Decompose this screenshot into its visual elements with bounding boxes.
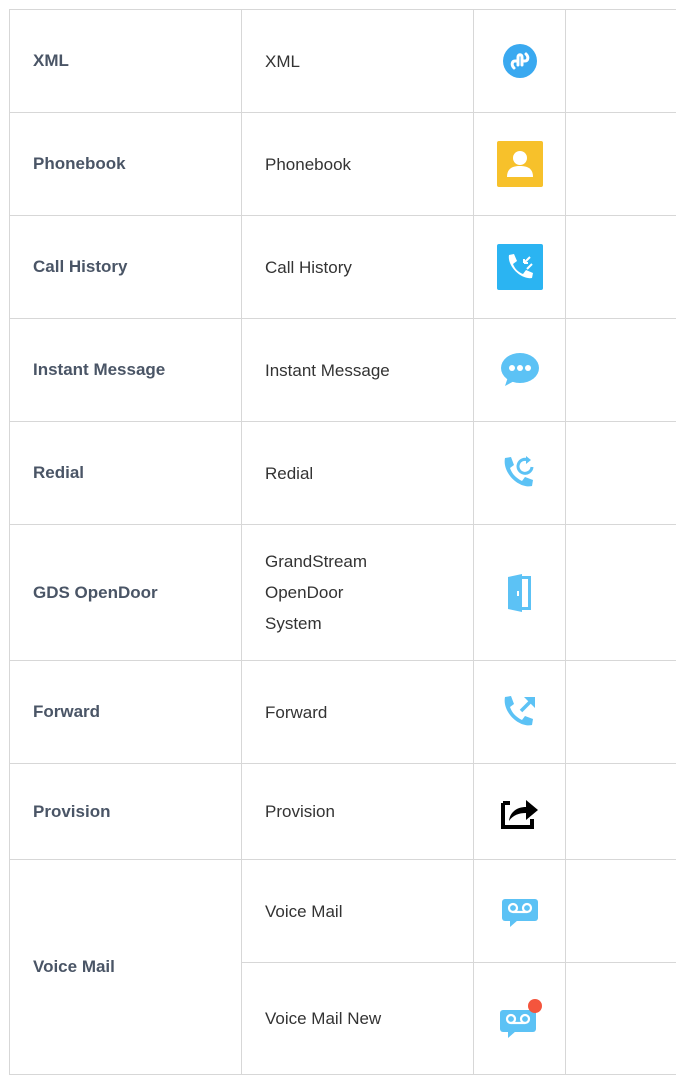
feature-description: GrandStream OpenDoor System — [242, 525, 474, 661]
description-line: OpenDoor — [265, 577, 465, 608]
feature-name: Phonebook — [10, 113, 242, 216]
contact-icon — [497, 141, 543, 187]
feature-description: Voice Mail — [242, 860, 474, 963]
feature-description: Redial — [242, 422, 474, 525]
feature-name: Voice Mail — [10, 860, 242, 1075]
description-line: System — [265, 608, 465, 639]
feature-description: Forward — [242, 661, 474, 764]
table-row: Redial Redial — [10, 422, 676, 525]
voicemail-new-icon — [498, 998, 542, 1040]
call-history-icon — [497, 244, 543, 290]
share-arrow-icon — [500, 795, 540, 829]
feature-name: Provision — [10, 764, 242, 860]
table-row: XML XML — [10, 10, 676, 113]
door-icon — [507, 573, 533, 613]
table-row: Voice Mail Voice Mail — [10, 860, 676, 963]
feature-description: Phonebook — [242, 113, 474, 216]
feature-name: Forward — [10, 661, 242, 764]
call-forward-icon — [500, 692, 540, 732]
feature-description: Provision — [242, 764, 474, 860]
chat-bubble-icon — [500, 352, 540, 388]
voicemail-icon — [500, 893, 540, 929]
xml-link-icon — [503, 44, 537, 78]
feature-name: Redial — [10, 422, 242, 525]
feature-description: Call History — [242, 216, 474, 319]
description-line: GrandStream — [265, 546, 465, 577]
table-row: Instant Message Instant Message — [10, 319, 676, 422]
feature-name: Instant Message — [10, 319, 242, 422]
table-row: Forward Forward — [10, 661, 676, 764]
feature-description: Instant Message — [242, 319, 474, 422]
feature-table: XML XML Phonebook Phonebook — [9, 9, 676, 1075]
feature-description: XML — [242, 10, 474, 113]
table-row: GDS OpenDoor GrandStream OpenDoor System — [10, 525, 676, 661]
feature-name: GDS OpenDoor — [10, 525, 242, 661]
feature-name: XML — [10, 10, 242, 113]
table-row: Provision Provision — [10, 764, 676, 860]
table-row: Phonebook Phonebook — [10, 113, 676, 216]
redial-icon — [500, 453, 540, 493]
feature-name: Call History — [10, 216, 242, 319]
table-row: Call History Call History — [10, 216, 676, 319]
